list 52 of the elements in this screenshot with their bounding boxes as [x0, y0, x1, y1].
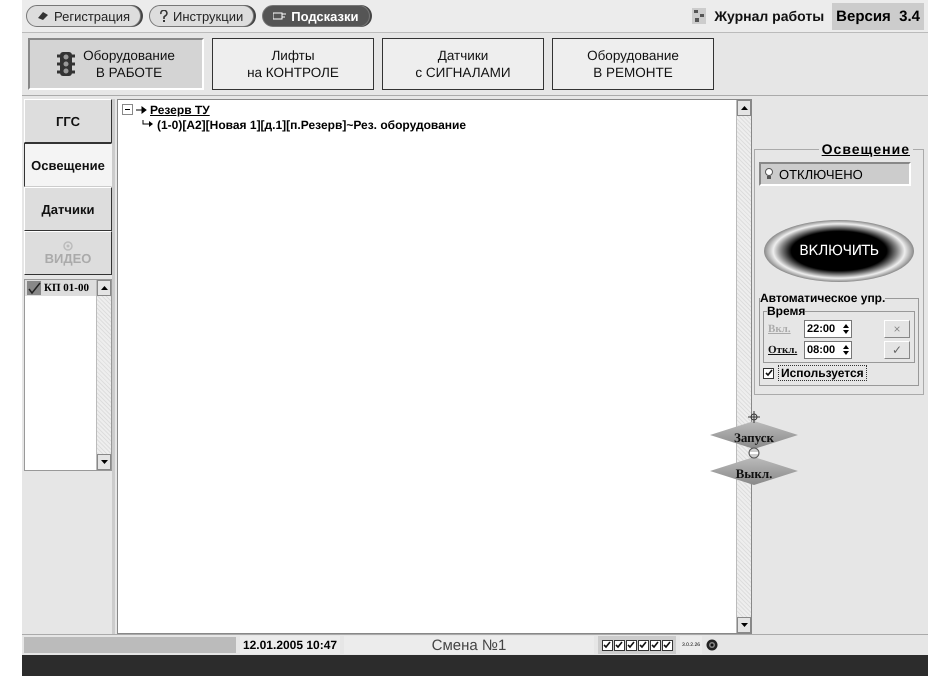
checkbox[interactable] — [602, 640, 612, 650]
bent-arrow-icon — [142, 120, 154, 130]
time-label: Откл. — [768, 344, 798, 356]
status-text: ОТКЛЮЧЕНО — [779, 166, 863, 182]
side-tab[interactable]: Освещение — [24, 143, 112, 187]
time-spinner[interactable]: 08:00 — [804, 340, 852, 358]
shift-label: Смена №1 — [344, 636, 594, 654]
checkbox-label[interactable]: Используется — [778, 365, 867, 381]
check-icon[interactable] — [27, 281, 41, 295]
toolbar-button[interactable]: Подсказки — [262, 5, 370, 27]
nav-button[interactable]: Датчики с СИГНАЛАМИ — [382, 38, 544, 90]
toolbar-button[interactable]: Регистрация — [26, 5, 141, 27]
bulb-icon — [765, 168, 773, 180]
collapse-icon[interactable] — [122, 104, 133, 115]
arrow-icon — [136, 106, 147, 114]
checkbox[interactable] — [763, 368, 774, 378]
spin-arrows-icon[interactable] — [843, 344, 849, 354]
group-title: Время — [767, 304, 806, 318]
eraser-icon — [37, 11, 49, 21]
date-time: 12.01.2005 10:47 — [240, 636, 340, 654]
scroll-down-icon[interactable] — [737, 617, 751, 633]
grid-icon — [692, 8, 706, 24]
checkbox[interactable] — [614, 640, 624, 650]
group-title: Автоматическое упр. — [760, 291, 886, 305]
crosshair-icon — [748, 411, 760, 423]
side-tab[interactable]: Датчики — [24, 187, 112, 231]
scroll-up-icon[interactable] — [737, 100, 751, 116]
nav-button[interactable]: Оборудование В РАБОТЕ — [28, 38, 204, 90]
disc-icon — [706, 639, 718, 651]
nav-button[interactable]: Лифты на КОНТРОЛЕ — [212, 38, 374, 90]
checkbox[interactable] — [650, 640, 660, 650]
scroll-down-icon[interactable] — [97, 454, 111, 470]
scroll-up-icon[interactable] — [97, 280, 111, 296]
help-icon — [160, 10, 168, 22]
spin-arrows-icon[interactable] — [843, 324, 849, 334]
version-label: Версия 3.4 — [832, 2, 924, 30]
checkbox[interactable] — [626, 640, 636, 650]
toolbar-button[interactable]: Инструкции — [149, 5, 254, 27]
action-button[interactable]: ✓ — [884, 340, 910, 358]
camera-icon — [63, 240, 73, 250]
time-label: Вкл. — [768, 322, 792, 334]
side-tab[interactable]: ГГС — [24, 99, 112, 143]
tree-item[interactable]: (1-0)[А2][Новая 1][д.1][п.Резерв]~Рез. оборудование — [157, 118, 466, 132]
checkbox[interactable] — [662, 640, 672, 650]
switch-on-button[interactable]: ВКЛЮЧИТЬ — [764, 220, 914, 282]
checkbox[interactable] — [638, 640, 648, 650]
journal-button[interactable]: Журнал работы — [692, 8, 824, 24]
traffic-light-icon — [57, 52, 76, 76]
circle-icon — [748, 447, 760, 459]
tree-item[interactable]: Резерв ТУ — [150, 102, 210, 116]
panel-title: Освещение — [818, 141, 913, 157]
nav-button[interactable]: Оборудование В РЕМОНТЕ — [552, 38, 714, 90]
